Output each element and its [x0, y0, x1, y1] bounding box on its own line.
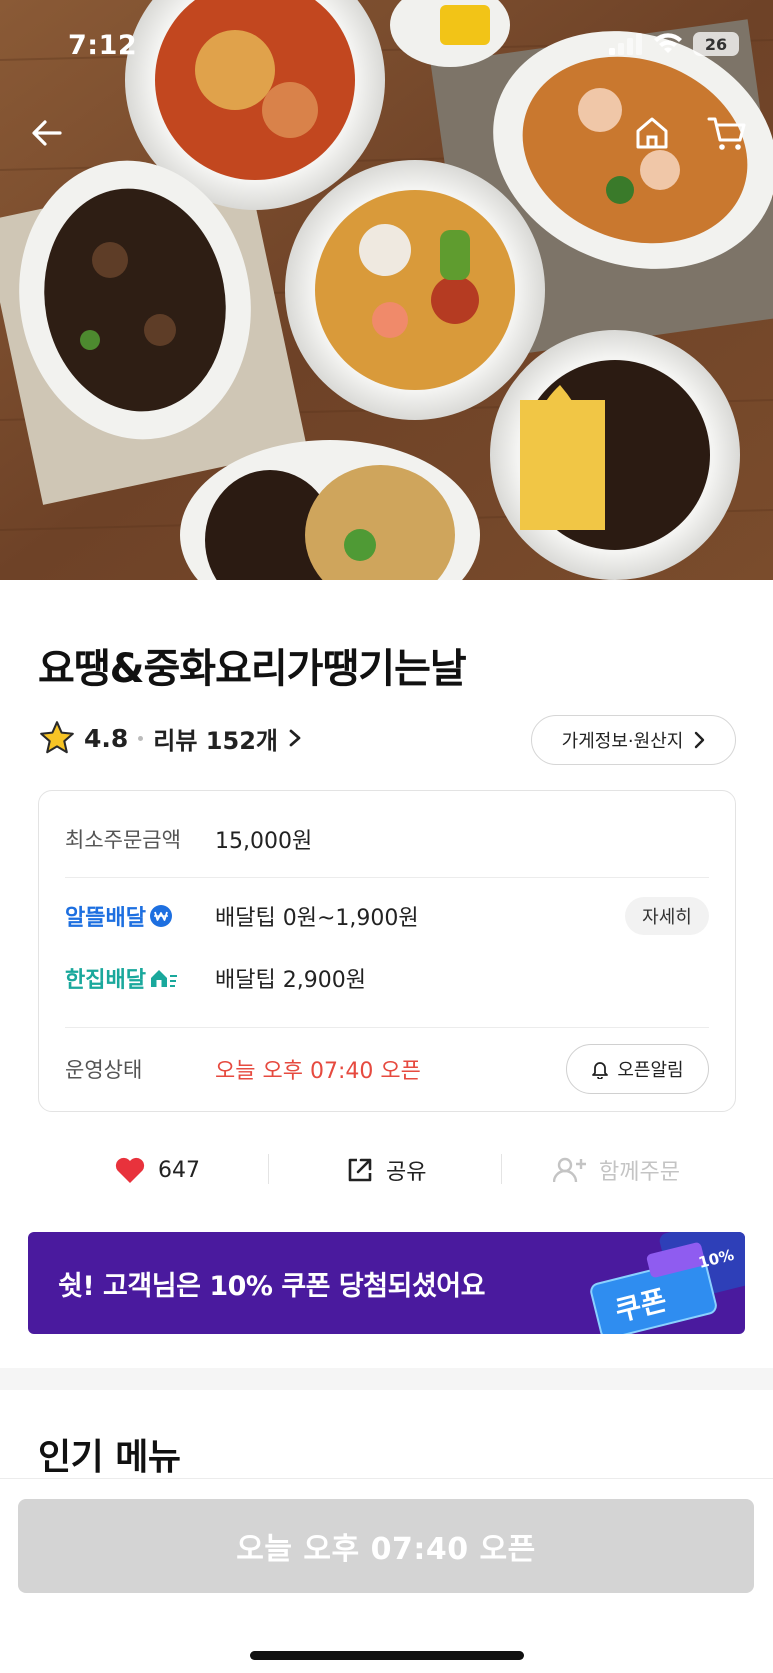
review-link[interactable]: 리뷰 152개 — [153, 721, 278, 756]
operating-status-row: 운영상태 오늘 오후 07:40 오픈 — [65, 1049, 421, 1089]
status-indicators: 26 — [609, 32, 739, 56]
separator-dot — [138, 735, 144, 741]
like-button[interactable]: 647 — [114, 1140, 200, 1200]
home-icon — [636, 117, 668, 149]
coupon-text: 쉿! 고객님은 10% 쿠폰 당첨되셨어요 — [58, 1271, 485, 1302]
share-label: 공유 — [386, 1160, 427, 1185]
divider — [65, 877, 709, 878]
alddeul-delivery-row: 알뜰배달 배달팁 0원~1,900원 — [65, 896, 419, 936]
delivery-detail-button[interactable]: 자세히 — [625, 897, 709, 935]
group-order-label: 함께주문 — [599, 1160, 680, 1185]
share-icon — [348, 1158, 372, 1182]
status-bar: 7:12 26 — [0, 0, 773, 90]
alddeul-delivery-label: 알뜰배달 — [65, 900, 215, 932]
min-order-value: 15,000원 — [215, 829, 313, 854]
like-count: 647 — [158, 1157, 200, 1183]
order-cta-button[interactable]: 오늘 오후 07:40 오픈 — [18, 1499, 754, 1593]
star-icon — [40, 721, 74, 754]
min-order-row: 최소주문금액 15,000원 — [65, 819, 312, 859]
battery-indicator: 26 — [693, 32, 739, 56]
hanjip-delivery-row: 한집배달 배달팁 2,900원 — [65, 958, 366, 998]
cart-icon — [707, 117, 746, 150]
divider — [268, 1154, 269, 1184]
divider — [65, 1027, 709, 1028]
min-order-label: 최소주문금액 — [65, 828, 181, 852]
chevron-right-icon[interactable] — [288, 728, 302, 748]
cart-button[interactable] — [702, 108, 752, 158]
store-info-button[interactable]: 가게정보·원산지 — [531, 715, 736, 765]
wifi-icon — [654, 33, 682, 53]
home-indicator — [250, 1651, 524, 1660]
coupon-ticket-icon: 10% 쿠폰 — [590, 1232, 745, 1334]
open-alert-label: 오픈알림 — [617, 1060, 684, 1081]
operating-status-value: 오늘 오후 07:40 오픈 — [215, 1059, 421, 1084]
bell-icon — [592, 1062, 609, 1079]
add-person-icon — [553, 1157, 586, 1183]
rating-value: 4.8 — [84, 723, 129, 753]
fast-home-icon — [150, 970, 177, 987]
section-divider — [0, 1368, 773, 1390]
alddeul-delivery-value: 배달팁 0원~1,900원 — [215, 906, 419, 931]
heart-icon — [115, 1157, 145, 1183]
open-alert-button[interactable]: 오픈알림 — [566, 1044, 709, 1094]
home-button[interactable] — [627, 108, 677, 158]
chevron-right-icon — [695, 731, 705, 749]
bottom-bar: 오늘 오후 07:40 오픈 — [0, 1478, 773, 1673]
operating-status-label: 운영상태 — [65, 1058, 143, 1082]
delivery-info-card: 최소주문금액 15,000원 알뜰배달 배달팁 0원~1,900원 자세히 한집… — [38, 790, 736, 1112]
hanjip-delivery-label: 한집배달 — [65, 962, 215, 994]
store-info-label: 가게정보·원산지 — [561, 731, 684, 752]
divider — [501, 1154, 502, 1184]
back-arrow-icon — [32, 120, 62, 146]
rating-row: 4.8 리뷰 152개 — [38, 718, 302, 758]
status-time: 7:12 — [68, 30, 138, 61]
alddeul-label-text: 알뜰배달 — [65, 906, 146, 931]
back-button[interactable] — [22, 108, 72, 158]
coupon-banner[interactable]: 쉿! 고객님은 10% 쿠폰 당첨되셨어요 10% 쿠폰 — [28, 1232, 745, 1334]
hanjip-label-text: 한집배달 — [65, 968, 146, 993]
store-hero-image: 7:12 26 — [0, 0, 773, 580]
popular-menu-title: 인기 메뉴 — [38, 1437, 181, 1478]
group-order-button[interactable]: 함께주문 — [553, 1140, 680, 1200]
store-name: 요땡&중화요리가땡기는날 — [38, 646, 467, 692]
cellular-signal-icon — [609, 33, 642, 55]
won-coin-icon — [149, 905, 172, 927]
hanjip-delivery-value: 배달팁 2,900원 — [215, 968, 366, 993]
share-button[interactable]: 공유 — [346, 1140, 426, 1200]
action-row: 647 공유 함께주문 — [0, 1140, 773, 1200]
